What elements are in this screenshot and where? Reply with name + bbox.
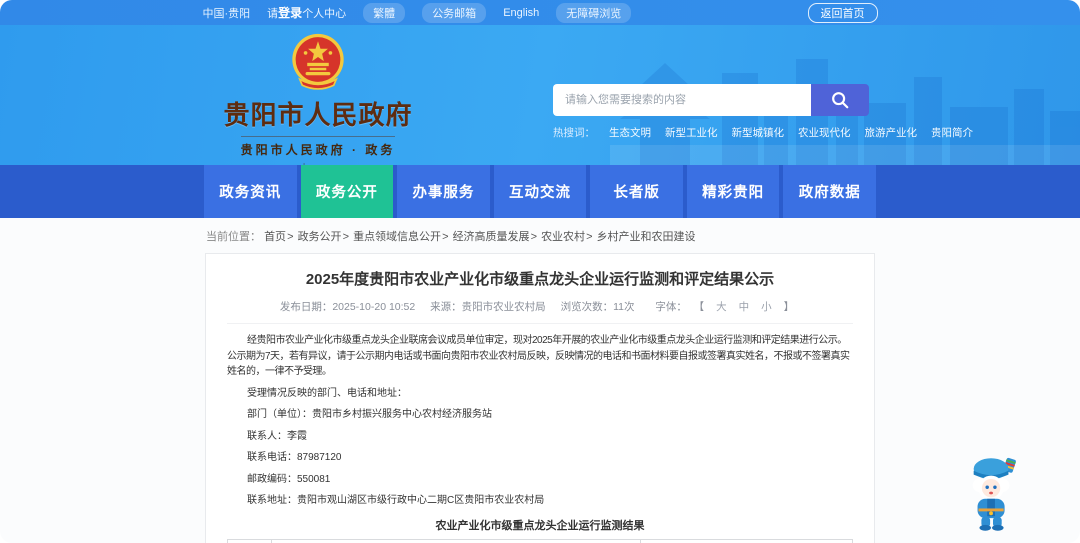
nav-item-senior-version[interactable]: 长者版 [590, 165, 683, 218]
breadcrumb-economy[interactable]: 经济高质量发展 [453, 231, 530, 243]
site-name: 贵阳市人民政府 [223, 100, 413, 130]
hot-search-row: 热搜词： 生态文明 新型工业化 新型城镇化 农业现代化 旅游产业化 贵阳简介 [553, 125, 973, 140]
link-china-guiyang[interactable]: 中国·贵阳 [203, 5, 251, 21]
hot-word-tourism[interactable]: 旅游产业化 [865, 125, 918, 140]
link-accessibility[interactable]: 无障碍浏览 [556, 2, 632, 23]
font-size-medium[interactable]: 中 [739, 301, 750, 313]
article-source: 来源：贵阳市农业农村局 [430, 301, 546, 313]
postal-code: 邮政编码：550081 [247, 473, 331, 485]
nav-item-news[interactable]: 政务资讯 [204, 165, 297, 218]
search-button[interactable] [811, 84, 869, 116]
col-header-company: 企业名称 [270, 538, 641, 543]
mascot-icon [972, 457, 1016, 531]
link-login-personal-center[interactable]: 请登录个人中心 [267, 4, 346, 21]
breadcrumb-separator: > [586, 231, 593, 243]
site-logo[interactable]: 贵阳市人民政府 贵阳市人民政府 · 政务 www.guiyang.gov.cn [212, 31, 424, 165]
view-count: 浏览次数：11次 [560, 301, 635, 313]
nav-item-interaction[interactable]: 互动交流 [493, 165, 587, 218]
font-size-large[interactable]: 大 [716, 301, 727, 313]
main-nav-band: 政务资讯 政务公开 办事服务 互动交流 长者版 精彩贵阳 政府数据 [0, 165, 1080, 218]
breadcrumb-separator: > [442, 231, 449, 243]
site-banner: 贵阳市人民政府 贵阳市人民政府 · 政务 www.guiyang.gov.cn … [0, 25, 1080, 165]
search-input[interactable] [553, 84, 811, 116]
hot-word-agriculture[interactable]: 农业现代化 [798, 125, 851, 140]
breadcrumb-rural-industry[interactable]: 乡村产业和农田建设 [597, 231, 696, 243]
article-meta: 发布日期：2025-10-20 10:52 来源：贵阳市农业农村局 浏览次数：1… [227, 299, 853, 324]
table-header-row: 序号 企业名称 监测结果 [227, 538, 853, 543]
link-english[interactable]: English [503, 7, 539, 19]
font-size-small[interactable]: 小 [761, 301, 772, 313]
hot-word-industrialization[interactable]: 新型工业化 [665, 125, 718, 140]
breadcrumb-key-info[interactable]: 重点领域信息公开 [353, 231, 441, 243]
paragraph: 受理情况反映的部门、电话和地址： [247, 387, 407, 399]
hot-word-guiyang-intro[interactable]: 贵阳简介 [931, 125, 973, 140]
search-icon [832, 92, 849, 109]
back-to-home-button[interactable]: 返回首页 [807, 2, 878, 23]
breadcrumb-gov-open[interactable]: 政务公开 [298, 231, 342, 243]
link-traditional-chinese[interactable]: 繁體 [363, 2, 406, 23]
article-title: 2025年度贵阳市农业产业化市级重点龙头企业运行监测和评定结果公示 [305, 271, 775, 288]
national-emblem-icon [292, 33, 344, 90]
nav-item-gov-data[interactable]: 政府数据 [783, 165, 877, 218]
link-official-mailbox[interactable]: 公务邮箱 [422, 2, 487, 23]
col-header-result: 监测结果 [639, 538, 853, 543]
font-size-control: 字体：【大中小】 [655, 301, 795, 313]
paragraph: 经贵阳市农业产业化市级重点龙头企业联席会议成员单位审定，现对2025年开展的农业… [227, 335, 850, 377]
breadcrumb: 当前位置： 首页> 政务公开> 重点领域信息公开> 经济高质量发展> 农业农村>… [204, 218, 876, 253]
site-tagline: 贵阳市人民政府 · 政务 [240, 136, 396, 158]
site-url: www.guiyang.gov.cn [212, 161, 424, 165]
nav-item-services[interactable]: 办事服务 [397, 165, 490, 218]
search-area: 热搜词： 生态文明 新型工业化 新型城镇化 农业现代化 旅游产业化 贵阳简介 [553, 84, 973, 140]
hot-search-label: 热搜词： [553, 127, 595, 139]
breadcrumb-separator: > [342, 231, 349, 243]
breadcrumb-label: 当前位置： [206, 231, 261, 243]
top-utility-bar: 中国·贵阳 请登录个人中心 繁體 公务邮箱 English 无障碍浏览 返回首页 [0, 0, 1080, 25]
nav-item-splendid-guiyang[interactable]: 精彩贵阳 [686, 165, 780, 218]
nav-item-gov-affairs-open[interactable]: 政务公开 [300, 165, 394, 218]
publish-date: 发布日期：2025-10-20 10:52 [279, 301, 416, 313]
contact-phone: 联系电话：87987120 [247, 452, 342, 463]
table-caption: 农业产业化市级重点龙头企业运行监测结果 [435, 519, 645, 532]
mascot-assistant[interactable] [964, 452, 1022, 539]
paragraph: 部门（单位）：贵阳市乡村振兴服务中心农村经济服务站 [247, 409, 492, 420]
breadcrumb-separator: > [530, 231, 537, 243]
contact-person: 联系人：李霞 [247, 430, 307, 442]
breadcrumb-separator: > [287, 231, 294, 243]
article-card: 2025年度贵阳市农业产业化市级重点龙头企业运行监测和评定结果公示 发布日期：2… [205, 253, 875, 543]
monitoring-result-table: 序号 企业名称 监测结果 1 贵州合力超市采购有限公司 合格 2 贵州友禾种业有… [227, 538, 853, 543]
browser-viewport: 中国·贵阳 请登录个人中心 繁體 公务邮箱 English 无障碍浏览 返回首页 [0, 0, 1080, 543]
col-header-index: 序号 [227, 538, 272, 543]
breadcrumb-agriculture[interactable]: 农业农村 [541, 231, 585, 243]
breadcrumb-home[interactable]: 首页 [264, 231, 286, 243]
hot-word-urbanization[interactable]: 新型城镇化 [732, 125, 785, 140]
contact-address: 联系地址：贵阳市观山湖区市级行政中心二期C区贵阳市农业农村局 [247, 495, 545, 506]
hot-word-ecology[interactable]: 生态文明 [609, 125, 651, 140]
article-body: 经贵阳市农业产业化市级重点龙头企业联席会议成员单位审定，现对2025年开展的农业… [227, 333, 853, 543]
